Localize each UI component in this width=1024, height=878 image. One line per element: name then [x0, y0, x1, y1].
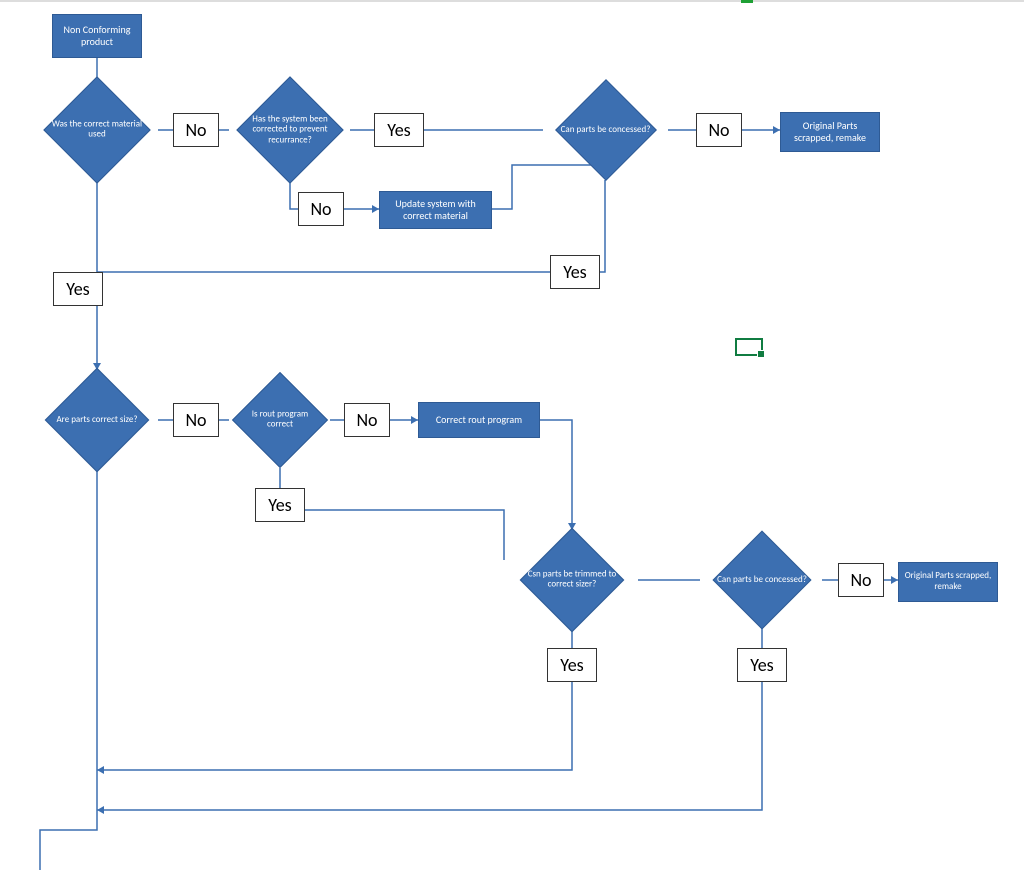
edge-label-no: No [173, 113, 219, 147]
node-decision-system[interactable]: Has the system been corrected to prevent… [229, 78, 351, 182]
selected-cell-indicator[interactable] [735, 338, 763, 356]
node-update-system[interactable]: Update system with correct material [379, 191, 492, 229]
node-decision-size[interactable]: Are parts correct size? [36, 370, 158, 470]
node-scrap-1[interactable]: Original Parts scrapped, remake [780, 112, 880, 152]
edge-label-no: No [344, 403, 390, 437]
node-correct-rout[interactable]: Correct rout program [418, 402, 540, 438]
node-decision-rout[interactable]: Is rout program correct [229, 373, 331, 467]
edge-label-yes: Yes [53, 272, 103, 306]
node-decision-concessed-1[interactable]: Can parts be concessed? [543, 80, 668, 180]
node-decision-material[interactable]: Was the correct material used [36, 78, 158, 182]
edge-label-no: No [696, 113, 742, 147]
node-decision-trim[interactable]: Csn parts be trimmed to correct sizer? [506, 530, 638, 630]
node-scrap-2[interactable]: Original Parts scrapped, remake [898, 562, 998, 602]
edge-label-no: No [173, 403, 219, 437]
node-label: Is rout program correct [239, 410, 321, 431]
edge-label-yes: Yes [550, 255, 600, 289]
node-start[interactable]: Non Conforming product [52, 14, 142, 58]
edge-label-yes: Yes [374, 113, 424, 147]
accent-mark [741, 0, 753, 3]
flowchart-canvas: Non Conforming product Was the correct m… [0, 0, 1024, 878]
edge-label-no: No [838, 563, 884, 597]
node-decision-concessed-2[interactable]: Can parts be concessed? [700, 532, 824, 628]
node-label: Can parts be concessed? [712, 575, 811, 585]
node-label: Can parts be concessed? [556, 125, 656, 135]
edge-label-no: No [298, 192, 344, 226]
node-label: Has the system been corrected to prevent… [241, 114, 339, 145]
node-label: Was the correct material used [48, 120, 146, 141]
edge-label-yes: Yes [737, 648, 787, 682]
edge-label-yes: Yes [547, 648, 597, 682]
divider [0, 0, 1024, 2]
node-label: Csn parts be trimmed to correct sizer? [519, 570, 625, 591]
edge-label-yes: Yes [255, 488, 305, 522]
node-label: Are parts correct size? [48, 415, 146, 425]
